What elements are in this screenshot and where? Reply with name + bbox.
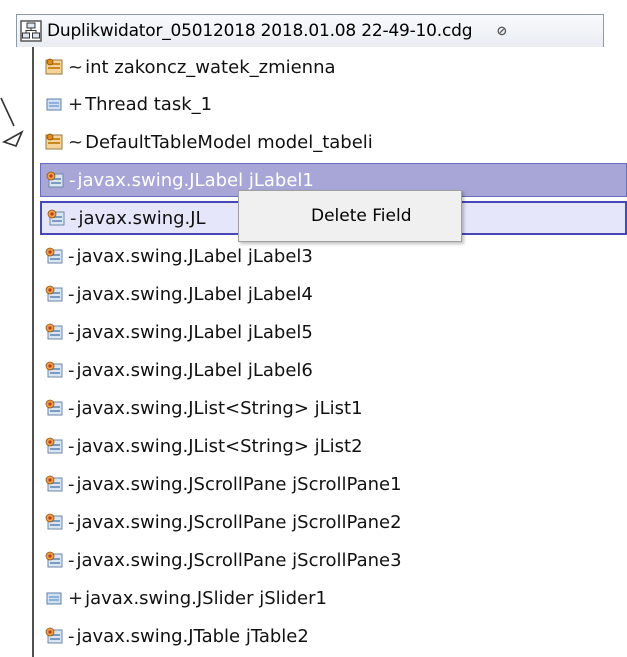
field-private-icon (45, 513, 63, 530)
field-label: javax.swing.JLabel jLabel1 (77, 169, 314, 191)
field-label: int zakoncz_watek_zmienna (85, 56, 336, 78)
mouse-cursor-icon (0, 97, 24, 147)
close-tab-icon[interactable]: ⊘ (496, 24, 507, 39)
field-private-icon (47, 209, 65, 226)
visibility-modifier: - (68, 511, 75, 533)
field-private-icon (45, 361, 63, 378)
tab-title: Duplikwidator_05012018 2018.01.08 22-49-… (47, 21, 473, 41)
field-package-icon (45, 58, 63, 75)
field-row[interactable]: - javax.swing.JLabel jLabel6 (40, 353, 627, 387)
field-label: javax.swing.JLabel jLabel5 (76, 321, 313, 343)
field-row[interactable]: - javax.swing.JList<String> jList2 (40, 429, 627, 463)
field-label: javax.swing.JList<String> jList2 (76, 435, 363, 457)
field-label: javax.swing.JList<String> jList1 (76, 397, 363, 419)
field-public-icon (46, 592, 62, 605)
visibility-modifier: ~ (68, 131, 84, 153)
field-private-icon (45, 475, 63, 492)
context-menu: Delete Field (238, 190, 462, 242)
visibility-modifier: - (68, 245, 75, 267)
field-list: ~ int zakoncz_watek_zmienna + Thread task_1… (0, 0, 627, 657)
field-row[interactable]: - javax.swing.JList<String> jList1 (40, 391, 627, 425)
field-row[interactable]: - javax.swing.JScrollPane jScrollPane3 (40, 543, 627, 577)
field-public-icon (46, 98, 62, 111)
field-private-icon (45, 399, 63, 416)
tree-left-border (32, 47, 34, 657)
field-label: Thread task_1 (85, 93, 213, 115)
visibility-modifier: - (69, 169, 76, 191)
visibility-modifier: - (68, 549, 75, 571)
field-row[interactable]: - javax.swing.JScrollPane jScrollPane1 (40, 467, 627, 501)
class-diagram-icon (20, 20, 42, 42)
field-label: javax.swing.JLabel jLabel3 (76, 245, 313, 267)
visibility-modifier: - (68, 359, 75, 381)
field-label: javax.swing.JScrollPane jScrollPane2 (76, 511, 402, 533)
field-private-icon (46, 171, 64, 188)
field-row[interactable]: + javax.swing.JSlider jSlider1 (40, 581, 627, 615)
visibility-modifier: - (68, 625, 75, 647)
visibility-modifier: - (68, 283, 75, 305)
field-row[interactable]: - javax.swing.JScrollPane jScrollPane2 (40, 505, 627, 539)
field-label: javax.swing.JLabel jLabel4 (76, 283, 313, 305)
diagram-editor: Duplikwidator_05012018 2018.01.08 22-49-… (0, 0, 627, 657)
visibility-modifier: - (68, 473, 75, 495)
delete-field-menu-item[interactable]: Delete Field (239, 191, 461, 241)
field-row[interactable]: - javax.swing.JLabel jLabel3 (40, 239, 627, 273)
field-label: javax.swing.JScrollPane jScrollPane1 (76, 473, 402, 495)
field-private-icon (45, 551, 63, 568)
visibility-modifier: + (68, 587, 84, 609)
field-row[interactable]: - javax.swing.JLabel jLabel4 (40, 277, 627, 311)
visibility-modifier: - (68, 397, 75, 419)
field-row[interactable]: + Thread task_1 (40, 87, 627, 121)
field-label: javax.swing.JLabel jLabel6 (76, 359, 313, 381)
field-row[interactable]: ~ DefaultTableModel model_tabeli (40, 125, 627, 159)
field-label: DefaultTableModel model_tabeli (85, 131, 373, 153)
field-label: javax.swing.JSlider jSlider1 (85, 587, 327, 609)
visibility-modifier: - (68, 435, 75, 457)
field-package-icon (45, 133, 63, 150)
field-row[interactable]: - javax.swing.JLabel jLabel5 (40, 315, 627, 349)
field-label: javax.swing.JScrollPane jScrollPane3 (76, 549, 402, 571)
field-row[interactable]: - javax.swing.JTable jTable2 (40, 619, 627, 653)
visibility-modifier: ~ (68, 56, 84, 78)
visibility-modifier: - (70, 207, 77, 229)
field-private-icon (45, 627, 63, 644)
visibility-modifier: - (68, 321, 75, 343)
editor-tab[interactable]: Duplikwidator_05012018 2018.01.08 22-49-… (16, 14, 604, 47)
field-private-icon (45, 437, 63, 454)
field-private-icon (45, 285, 63, 302)
field-label: javax.swing.JTable jTable2 (76, 625, 309, 647)
field-private-icon (45, 323, 63, 340)
field-label: javax.swing.JL (78, 207, 206, 229)
field-private-icon (45, 247, 63, 264)
visibility-modifier: + (68, 93, 84, 115)
field-row[interactable]: ~ int zakoncz_watek_zmienna (40, 50, 627, 84)
